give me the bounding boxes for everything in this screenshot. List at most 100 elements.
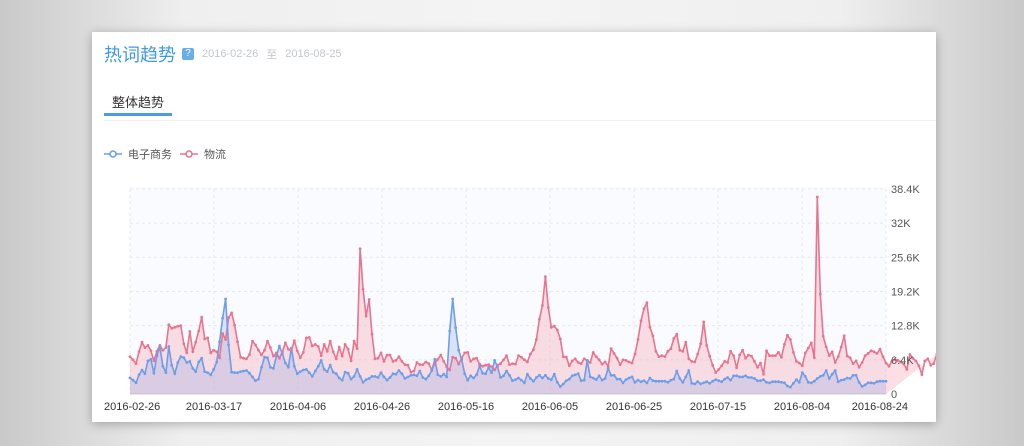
data-point[interactable] [355, 368, 359, 371]
data-point[interactable] [905, 368, 909, 371]
data-point[interactable] [723, 377, 726, 381]
data-point[interactable] [926, 357, 930, 361]
data-point[interactable] [460, 358, 464, 362]
data-point[interactable] [684, 375, 688, 379]
data-point[interactable] [457, 348, 461, 352]
data-point[interactable] [469, 360, 472, 363]
data-point[interactable] [266, 356, 269, 360]
data-point[interactable] [179, 355, 183, 358]
data-point[interactable] [137, 373, 141, 377]
data-point[interactable] [143, 372, 147, 376]
data-point[interactable] [845, 376, 849, 380]
data-point[interactable] [427, 362, 431, 365]
data-point[interactable] [221, 316, 225, 320]
data-point[interactable] [206, 371, 210, 374]
data-point[interactable] [552, 324, 556, 328]
data-point[interactable] [394, 359, 398, 362]
data-point[interactable] [161, 364, 165, 368]
data-point[interactable] [771, 354, 774, 357]
data-point[interactable] [699, 342, 703, 346]
data-point[interactable] [714, 378, 718, 381]
data-point[interactable] [397, 369, 401, 372]
data-point[interactable] [385, 378, 389, 382]
data-point[interactable] [245, 369, 248, 372]
data-point[interactable] [143, 346, 147, 349]
data-point[interactable] [493, 368, 496, 372]
data-point[interactable] [869, 381, 873, 385]
data-point[interactable] [588, 361, 592, 364]
data-point[interactable] [499, 376, 502, 379]
data-point[interactable] [821, 334, 825, 338]
data-point[interactable] [421, 376, 425, 379]
data-point[interactable] [561, 355, 565, 358]
data-point[interactable] [284, 341, 287, 345]
data-point[interactable] [203, 337, 207, 341]
data-point[interactable] [830, 350, 834, 354]
data-point[interactable] [541, 376, 544, 380]
data-point[interactable] [645, 381, 649, 385]
data-point[interactable] [340, 354, 344, 358]
data-point[interactable] [833, 369, 837, 372]
data-point[interactable] [409, 373, 413, 377]
data-point[interactable] [738, 353, 741, 357]
data-point[interactable] [630, 361, 634, 365]
data-point[interactable] [254, 379, 257, 383]
data-point[interactable] [433, 357, 437, 361]
data-point[interactable] [224, 297, 228, 301]
data-point[interactable] [304, 336, 308, 340]
data-point[interactable] [197, 360, 201, 364]
data-point[interactable] [836, 355, 840, 358]
data-point[interactable] [158, 345, 162, 349]
data-point[interactable] [484, 363, 487, 367]
data-point[interactable] [651, 379, 655, 383]
data-point[interactable] [140, 368, 144, 372]
data-point[interactable] [827, 354, 831, 357]
data-point[interactable] [538, 373, 541, 377]
data-point[interactable] [558, 337, 562, 341]
data-point[interactable] [257, 348, 260, 352]
data-point[interactable] [594, 378, 598, 381]
data-point[interactable] [821, 373, 825, 377]
data-point[interactable] [792, 381, 795, 385]
data-point[interactable] [388, 376, 392, 379]
data-point[interactable] [699, 382, 703, 386]
data-point[interactable] [854, 373, 858, 377]
data-point[interactable] [780, 380, 783, 384]
data-point[interactable] [463, 372, 467, 376]
data-point[interactable] [696, 380, 700, 384]
data-point[interactable] [544, 373, 547, 377]
data-point[interactable] [388, 353, 392, 357]
data-point[interactable] [364, 378, 368, 381]
data-point[interactable] [278, 344, 281, 348]
data-point[interactable] [298, 356, 302, 360]
data-point[interactable] [777, 380, 780, 384]
data-point[interactable] [866, 381, 870, 385]
data-point[interactable] [173, 372, 177, 376]
data-point[interactable] [167, 345, 171, 348]
data-point[interactable] [212, 348, 216, 352]
data-point[interactable] [869, 349, 873, 353]
data-point[interactable] [555, 328, 559, 332]
data-point[interactable] [684, 340, 688, 344]
data-point[interactable] [269, 346, 272, 349]
data-point[interactable] [806, 346, 810, 350]
data-point[interactable] [597, 374, 601, 378]
data-point[interactable] [185, 361, 189, 364]
data-point[interactable] [245, 357, 248, 361]
data-point[interactable] [726, 376, 729, 379]
data-point[interactable] [735, 374, 738, 378]
data-point[interactable] [233, 323, 237, 327]
data-point[interactable] [490, 371, 493, 374]
data-point[interactable] [146, 359, 150, 363]
data-point[interactable] [648, 376, 652, 380]
data-point[interactable] [753, 360, 756, 363]
data-point[interactable] [346, 347, 350, 351]
data-point[interactable] [194, 340, 198, 344]
data-point[interactable] [663, 355, 667, 358]
data-point[interactable] [373, 375, 377, 378]
data-point[interactable] [552, 372, 556, 376]
data-point[interactable] [818, 292, 822, 296]
data-point[interactable] [818, 375, 822, 378]
data-point[interactable] [708, 354, 712, 358]
data-point[interactable] [140, 340, 144, 344]
